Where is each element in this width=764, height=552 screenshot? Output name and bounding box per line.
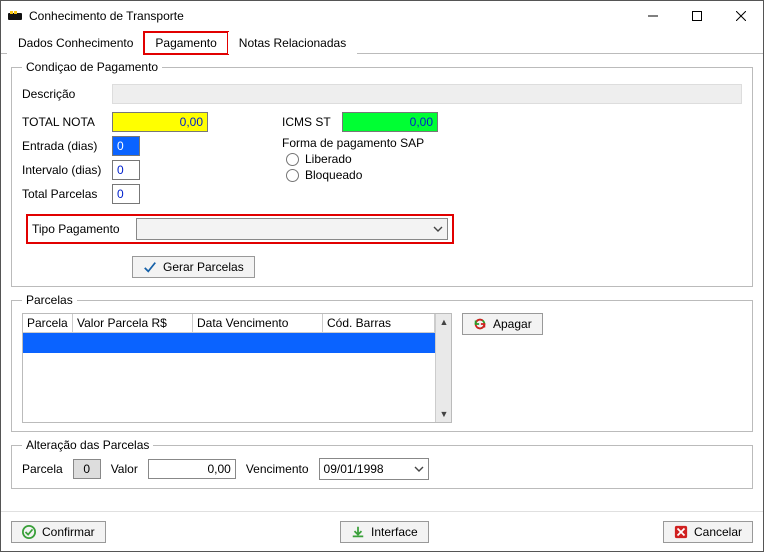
cancelar-label: Cancelar <box>694 525 742 539</box>
refresh-icon <box>473 317 487 331</box>
apagar-label: Apagar <box>493 317 532 331</box>
parcelas-scrollbar[interactable]: ▲ ▼ <box>435 314 451 422</box>
radio-liberado-label: Liberado <box>305 152 352 166</box>
col-parcela[interactable]: Parcela <box>23 314 73 333</box>
alt-valor-label: Valor <box>111 462 138 476</box>
parcelas-grid-header: Parcela Valor Parcela R$ Data Vencimento… <box>23 314 435 333</box>
icms-value: 0,00 <box>342 112 438 132</box>
window-title: Conhecimento de Transporte <box>29 9 631 23</box>
tab-dados[interactable]: Dados Conhecimento <box>7 32 144 54</box>
alt-venc-field[interactable]: 09/01/1998 <box>319 458 429 480</box>
download-icon <box>351 525 365 539</box>
intervalo-field[interactable]: 0 <box>112 160 140 180</box>
col-barras[interactable]: Cód. Barras <box>323 314 435 333</box>
tipo-pagamento-select[interactable] <box>136 218 448 240</box>
condicao-legend: Condiçao de Pagamento <box>22 60 162 74</box>
alteracao-legend: Alteração das Parcelas <box>22 438 153 452</box>
col-valor[interactable]: Valor Parcela R$ <box>73 314 193 333</box>
forma-sap-group: Forma de pagamento SAP Liberado Bloquead… <box>282 136 542 182</box>
radio-bloqueado-label: Bloqueado <box>305 168 362 182</box>
alteracao-group: Alteração das Parcelas Parcela 0 Valor 0… <box>11 438 753 489</box>
ok-icon <box>22 525 36 539</box>
forma-sap-label: Forma de pagamento SAP <box>282 136 542 150</box>
cancelar-button[interactable]: Cancelar <box>663 521 753 543</box>
scroll-up-icon[interactable]: ▲ <box>436 314 452 330</box>
chevron-down-icon <box>433 224 443 234</box>
tab-pagamento[interactable]: Pagamento <box>144 32 227 54</box>
icms-label: ICMS ST <box>282 115 342 129</box>
parcelas-group: Parcelas Parcela Valor Parcela R$ Data V… <box>11 293 753 432</box>
gerar-parcelas-label: Gerar Parcelas <box>163 260 244 274</box>
close-button[interactable] <box>719 1 763 31</box>
forma-sap-liberado[interactable]: Liberado <box>286 152 542 166</box>
total-parcelas-label: Total Parcelas <box>22 187 112 201</box>
minimize-button[interactable] <box>631 1 675 31</box>
gerar-parcelas-button[interactable]: Gerar Parcelas <box>132 256 255 278</box>
condicao-pagamento-group: Condiçao de Pagamento Descrição TOTAL NO… <box>11 60 753 287</box>
scroll-down-icon[interactable]: ▼ <box>436 406 452 422</box>
intervalo-label: Intervalo (dias) <box>22 163 112 177</box>
alt-parcela-field: 0 <box>73 459 101 479</box>
descricao-label: Descrição <box>22 87 112 101</box>
radio-liberado[interactable] <box>286 153 299 166</box>
parcelas-grid[interactable]: Parcela Valor Parcela R$ Data Vencimento… <box>22 313 452 423</box>
radio-bloqueado[interactable] <box>286 169 299 182</box>
descricao-field[interactable] <box>112 84 742 104</box>
check-icon <box>143 260 157 274</box>
interface-label: Interface <box>371 525 418 539</box>
alt-parcela-label: Parcela <box>22 462 63 476</box>
maximize-button[interactable] <box>675 1 719 31</box>
total-parcelas-field[interactable]: 0 <box>112 184 140 204</box>
confirmar-label: Confirmar <box>42 525 95 539</box>
entrada-field[interactable]: 0 <box>112 136 140 156</box>
forma-sap-bloqueado[interactable]: Bloqueado <box>286 168 542 182</box>
total-nota-label: TOTAL NOTA <box>22 115 112 129</box>
alt-valor-field[interactable]: 0,00 <box>148 459 236 479</box>
alt-venc-value: 09/01/1998 <box>324 462 384 476</box>
footer: Confirmar Interface Cancelar <box>1 511 763 551</box>
tab-notas[interactable]: Notas Relacionadas <box>228 32 357 54</box>
app-icon <box>7 8 23 24</box>
col-vencimento[interactable]: Data Vencimento <box>193 314 323 333</box>
titlebar: Conhecimento de Transporte <box>1 1 763 31</box>
parcelas-empty-area <box>23 353 435 422</box>
confirmar-button[interactable]: Confirmar <box>11 521 106 543</box>
chevron-down-icon <box>414 464 424 474</box>
cancel-icon <box>674 525 688 539</box>
apagar-button[interactable]: Apagar <box>462 313 543 335</box>
alt-venc-label: Vencimento <box>246 462 309 476</box>
entrada-label: Entrada (dias) <box>22 139 112 153</box>
window-buttons <box>631 1 763 31</box>
parcelas-legend: Parcelas <box>22 293 77 307</box>
total-nota-value: 0,00 <box>112 112 208 132</box>
tabs: Dados Conhecimento Pagamento Notas Relac… <box>1 31 763 54</box>
tipo-pagamento-label: Tipo Pagamento <box>32 222 136 236</box>
parcelas-selected-row[interactable] <box>23 333 435 353</box>
interface-button[interactable]: Interface <box>340 521 429 543</box>
